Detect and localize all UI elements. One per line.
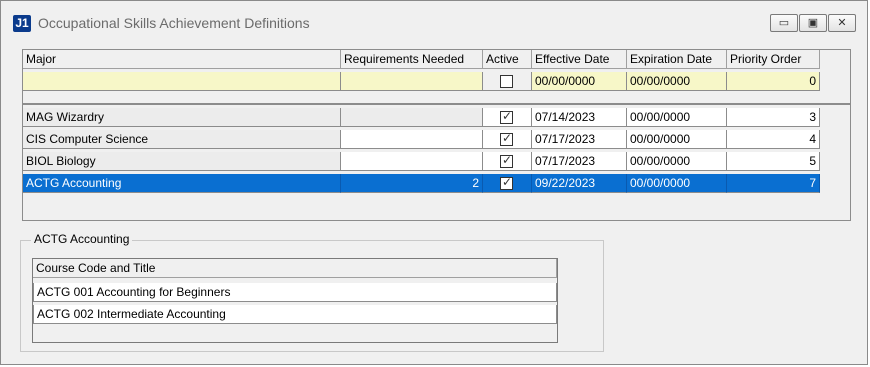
priority-cell[interactable]: 5: [727, 152, 820, 171]
maximize-icon: ▣: [807, 17, 819, 29]
column-header-active[interactable]: Active: [483, 50, 532, 69]
list-item[interactable]: ACTG 002 Intermediate Accounting: [33, 305, 557, 325]
requirements-cell[interactable]: [341, 130, 483, 149]
active-cell[interactable]: ✓: [483, 108, 532, 127]
major-cell[interactable]: ACTG Accounting: [23, 174, 341, 193]
filter-active-cell[interactable]: [483, 72, 532, 91]
list-item[interactable]: ACTG 001 Accounting for Beginners: [33, 283, 557, 303]
detail-group-label: ACTG Accounting: [31, 232, 133, 246]
requirements-cell[interactable]: [341, 152, 483, 171]
expiration-date-cell[interactable]: 00/00/0000: [627, 174, 727, 193]
effective-date-cell[interactable]: 07/17/2023: [532, 130, 627, 149]
active-cell[interactable]: ✓: [483, 130, 532, 149]
priority-cell[interactable]: 3: [727, 108, 820, 127]
priority-cell[interactable]: 7: [727, 174, 820, 193]
grid-divider: [23, 103, 850, 105]
table-row[interactable]: MAG Wizardry ✓ 07/14/2023 00/00/0000 3: [23, 108, 850, 128]
filter-priority-input[interactable]: 0: [727, 72, 820, 91]
maximize-button[interactable]: ▣: [799, 14, 827, 32]
filter-effective-date-input[interactable]: 00/00/0000: [532, 72, 627, 91]
minimize-icon: ▭: [778, 17, 790, 29]
filter-major-input[interactable]: [23, 72, 341, 91]
priority-cell[interactable]: 4: [727, 130, 820, 149]
requirements-cell[interactable]: 2: [341, 174, 483, 193]
courses-grid: Course Code and Title ACTG 001 Accountin…: [32, 258, 558, 343]
close-button[interactable]: ✕: [828, 14, 856, 32]
filter-active-checkbox[interactable]: [500, 75, 513, 88]
filter-expiration-date-input[interactable]: 00/00/0000: [627, 72, 727, 91]
table-row[interactable]: CIS Computer Science ✓ 07/17/2023 00/00/…: [23, 130, 850, 150]
effective-date-cell[interactable]: 09/22/2023: [532, 174, 627, 193]
active-checkbox[interactable]: ✓: [500, 153, 513, 168]
minimize-button[interactable]: ▭: [770, 14, 798, 32]
active-cell[interactable]: ✓: [483, 152, 532, 171]
expiration-date-cell[interactable]: 00/00/0000: [627, 152, 727, 171]
grid-header-row: Major Requirements Needed Active Effecti…: [23, 50, 850, 70]
active-checkbox[interactable]: ✓: [500, 131, 513, 146]
column-header-priority-order[interactable]: Priority Order: [727, 50, 820, 69]
checkmark-icon: ✓: [502, 153, 513, 167]
active-cell[interactable]: ✓: [483, 174, 532, 193]
column-header-effective-date[interactable]: Effective Date: [532, 50, 627, 69]
checkmark-icon: ✓: [502, 109, 513, 123]
app-logo-icon: J1: [13, 15, 31, 32]
column-header-expiration-date[interactable]: Expiration Date: [627, 50, 727, 69]
column-header-major[interactable]: Major: [23, 50, 341, 69]
table-row-selected[interactable]: ACTG Accounting 2 ✓ 09/22/2023 00/00/000…: [23, 174, 850, 194]
column-header-requirements[interactable]: Requirements Needed: [341, 50, 483, 69]
checkmark-icon: ✓: [502, 175, 513, 189]
column-header-course[interactable]: Course Code and Title: [33, 259, 557, 278]
effective-date-cell[interactable]: 07/14/2023: [532, 108, 627, 127]
courses-header-row: Course Code and Title: [33, 259, 557, 279]
major-cell[interactable]: BIOL Biology: [23, 152, 341, 171]
majors-grid: Major Requirements Needed Active Effecti…: [22, 49, 851, 221]
active-checkbox[interactable]: ✓: [500, 109, 513, 124]
active-checkbox[interactable]: ✓: [500, 175, 513, 190]
expiration-date-cell[interactable]: 00/00/0000: [627, 108, 727, 127]
app-window: J1 Occupational Skills Achievement Defin…: [0, 0, 868, 365]
major-cell[interactable]: CIS Computer Science: [23, 130, 341, 149]
effective-date-cell[interactable]: 07/17/2023: [532, 152, 627, 171]
title-bar: J1 Occupational Skills Achievement Defin…: [1, 1, 867, 39]
filter-row: 00/00/0000 00/00/0000 0: [23, 72, 850, 92]
course-cell[interactable]: ACTG 002 Intermediate Accounting: [33, 305, 557, 324]
course-cell[interactable]: ACTG 001 Accounting for Beginners: [33, 283, 557, 302]
checkmark-icon: ✓: [502, 131, 513, 145]
requirements-cell[interactable]: [341, 108, 483, 127]
filter-requirements-input[interactable]: [341, 72, 483, 91]
window-title: Occupational Skills Achievement Definiti…: [38, 15, 310, 31]
major-cell[interactable]: MAG Wizardry: [23, 108, 341, 127]
close-icon: ✕: [837, 17, 847, 29]
expiration-date-cell[interactable]: 00/00/0000: [627, 130, 727, 149]
table-row[interactable]: BIOL Biology ✓ 07/17/2023 00/00/0000 5: [23, 152, 850, 172]
